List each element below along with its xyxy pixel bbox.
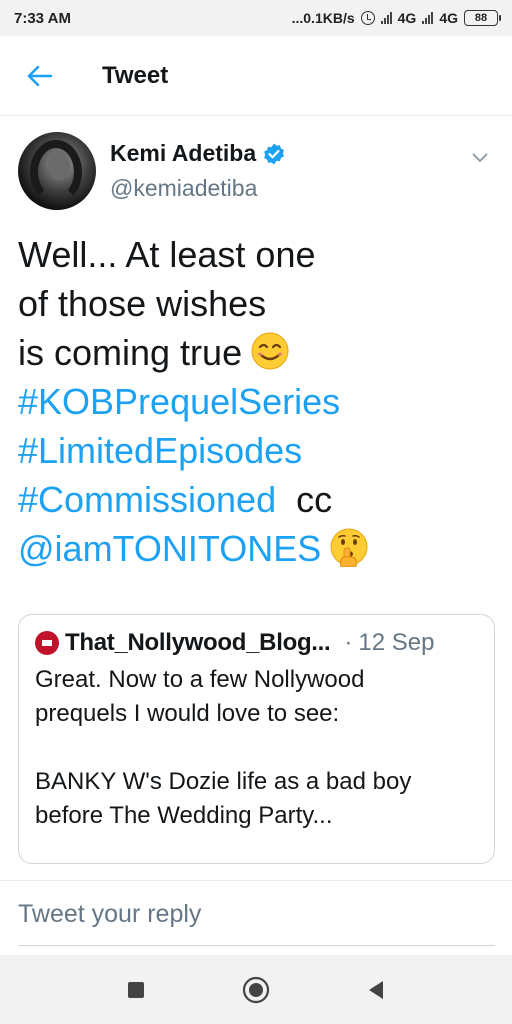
tweet: Kemi Adetiba @kemiadetiba Well... At lea… (0, 116, 512, 573)
back-arrow-icon (27, 65, 53, 86)
separator-dot: · (344, 629, 353, 656)
network-speed: ...0.1KB/s (291, 10, 355, 26)
tweet-line: of those wishes (18, 283, 267, 324)
quoted-line: Great. Now to a few Nollywood (35, 666, 365, 693)
tweet-line: is coming true (18, 332, 243, 373)
signal-icon (380, 12, 392, 24)
avatar[interactable] (18, 132, 96, 210)
home-button[interactable] (236, 970, 276, 1010)
quoted-tweet[interactable]: That_Nollywood_Blog... · 12 Sep Great. N… (18, 614, 495, 864)
signal-icon-2 (422, 12, 434, 24)
system-nav-bar (0, 955, 512, 1024)
back-nav-button[interactable] (356, 970, 396, 1010)
hashtag-link[interactable]: #KOBPrequelSeries (18, 377, 494, 426)
tweet-author-row: Kemi Adetiba @kemiadetiba (18, 132, 494, 210)
more-options-button[interactable] (466, 144, 494, 172)
quoted-author-name: That_Nollywood_Blog... (65, 629, 331, 656)
network-type-1: 4G (397, 10, 417, 26)
recent-apps-button[interactable] (116, 970, 156, 1010)
status-time: 7:33 AM (14, 9, 71, 27)
quoted-avatar (35, 631, 59, 655)
cc-text: cc (296, 479, 333, 520)
battery-icon: 88 (464, 10, 501, 26)
app-header: Tweet (0, 36, 512, 116)
status-icons: ...0.1KB/s 4G 4G 88 (291, 10, 501, 26)
author-name: Kemi Adetiba (110, 140, 257, 166)
tweet-line-commissioned: #Commissioned cc (18, 475, 494, 524)
hashtag-link[interactable]: #Commissioned (18, 479, 276, 520)
alarm-icon (360, 11, 375, 25)
reply-input[interactable]: Tweet your reply (18, 900, 495, 946)
mention-link[interactable]: @iamTONITONES (18, 528, 321, 569)
quoted-tweet-text: Great. Now to a few Nollywood prequels I… (35, 663, 478, 833)
triangle-back-icon (369, 980, 383, 999)
page-title: Tweet (102, 61, 169, 89)
quoted-line: before The Wedding Party... (35, 802, 333, 829)
verified-badge-icon (264, 143, 285, 164)
chevron-down-icon (472, 153, 488, 162)
tweet-text: Well... At least one of those wishes is … (18, 230, 494, 573)
quoted-line-blank (35, 731, 478, 765)
shushing-face-emoji-icon (330, 528, 368, 567)
author-name-row[interactable]: Kemi Adetiba (110, 140, 286, 167)
back-button[interactable] (0, 36, 80, 116)
hashtag-link[interactable]: #LimitedEpisodes (18, 426, 494, 475)
tweet-line-mention: @iamTONITONES (18, 524, 494, 573)
tweet-line-with-emoji: is coming true (18, 328, 494, 377)
divider (0, 880, 512, 881)
home-circle-icon (242, 976, 270, 1003)
quoted-line: BANKY W's Dozie life as a bad boy (35, 768, 412, 795)
tweet-line: Well... At least one (18, 234, 316, 275)
network-type-2: 4G (439, 10, 458, 26)
quoted-tweet-header: That_Nollywood_Blog... · 12 Sep (35, 629, 478, 657)
smiling-face-emoji-icon (251, 332, 289, 370)
battery-level: 88 (474, 12, 488, 24)
author-handle[interactable]: @kemiadetiba (110, 175, 286, 202)
quoted-line: prequels I would love to see: (35, 700, 340, 727)
status-bar: 7:33 AM ...0.1KB/s 4G 4G 88 (0, 0, 512, 36)
quoted-date: 12 Sep (358, 629, 435, 656)
square-icon (128, 981, 144, 998)
author-info: Kemi Adetiba @kemiadetiba (110, 140, 286, 202)
